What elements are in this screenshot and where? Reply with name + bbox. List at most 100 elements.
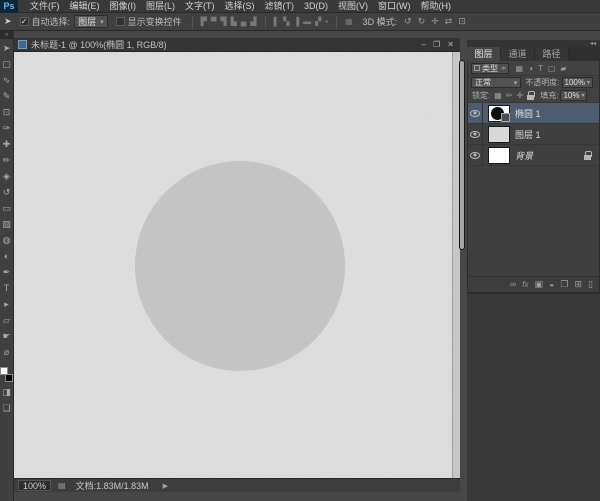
- page-proxy-icon[interactable]: ▤: [58, 481, 66, 490]
- distribute-bottom-icon[interactable]: ▐: [293, 17, 299, 26]
- blur-tool[interactable]: ◍: [3, 236, 11, 245]
- background-color-swatch[interactable]: [5, 374, 13, 382]
- toolbar-collapse-icon[interactable]: »: [0, 31, 14, 39]
- filter-shape-layers-icon[interactable]: ▢: [548, 64, 556, 73]
- menu-type[interactable]: 文字(T): [180, 0, 220, 13]
- distribute-left-icon[interactable]: ▬: [303, 17, 311, 26]
- align-top-icon[interactable]: ▙: [231, 17, 237, 26]
- status-flyout-arrow[interactable]: ▶: [163, 482, 168, 490]
- foreground-color-swatch[interactable]: [0, 367, 8, 375]
- menu-edit[interactable]: 编辑(E): [65, 0, 105, 13]
- shape-tool[interactable]: ▱: [3, 316, 10, 325]
- lock-transparency-icon[interactable]: ▦: [494, 91, 502, 100]
- healing-brush-tool[interactable]: ✚: [3, 140, 11, 149]
- menu-help[interactable]: 帮助(H): [416, 0, 457, 13]
- 3d-drag-icon[interactable]: ✛: [431, 16, 439, 27]
- marquee-tool[interactable]: ▢: [2, 60, 11, 69]
- opacity-field[interactable]: 100% ▾: [562, 77, 593, 88]
- layer-row-layer1[interactable]: 图层 1: [468, 124, 599, 145]
- layer-thumbnail[interactable]: [488, 105, 510, 122]
- lasso-tool[interactable]: ∿: [3, 76, 11, 85]
- lock-position-icon[interactable]: ✛: [517, 91, 524, 100]
- close-button[interactable]: ✕: [447, 40, 454, 49]
- path-select-tool[interactable]: ▸: [4, 300, 9, 309]
- menu-3d[interactable]: 3D(D): [299, 0, 333, 13]
- layer-name[interactable]: 图层 1: [515, 128, 599, 141]
- blend-mode-dropdown[interactable]: 正常 ▾: [471, 77, 521, 88]
- layer-style-icon[interactable]: fx: [522, 280, 528, 289]
- filter-kind-dropdown[interactable]: 类型 ≑: [471, 63, 509, 74]
- tab-channels[interactable]: 通道: [501, 47, 535, 61]
- vertical-scrollbar[interactable]: [452, 52, 460, 478]
- gradient-tool[interactable]: ▧: [2, 220, 11, 229]
- 3d-slide-icon[interactable]: ⇄: [445, 16, 453, 27]
- menu-view[interactable]: 视图(V): [333, 0, 373, 13]
- layer-row-background[interactable]: 背景: [468, 145, 599, 166]
- menu-select[interactable]: 选择(S): [220, 0, 260, 13]
- lock-image-icon[interactable]: ✏: [506, 91, 513, 100]
- tab-layers[interactable]: 图层: [467, 47, 501, 61]
- filter-type-layers-icon[interactable]: T: [538, 64, 543, 73]
- layer-name[interactable]: 椭圆 1: [515, 107, 599, 120]
- distribute-top-icon[interactable]: ▌: [274, 17, 280, 26]
- filter-smart-objects-icon[interactable]: ▰: [560, 64, 566, 73]
- collapse-panels-icon[interactable]: ◂◂: [590, 41, 596, 47]
- eye-icon[interactable]: [470, 152, 480, 159]
- align-right-icon[interactable]: ▜: [220, 17, 226, 26]
- crop-tool[interactable]: ⊡: [3, 108, 11, 117]
- visibility-cell[interactable]: [468, 145, 483, 166]
- show-transform-checkbox[interactable]: [116, 17, 125, 26]
- document-title-bar[interactable]: 未标题-1 @ 100%(椭圆 1, RGB/8) ‒ ❐ ✕: [14, 38, 460, 52]
- layer-thumbnail[interactable]: [488, 126, 510, 143]
- workspace-icon[interactable]: ▦: [345, 17, 353, 26]
- screen-mode-button[interactable]: ❏: [2, 404, 10, 413]
- zoom-tool[interactable]: ⌀: [4, 348, 9, 357]
- scrollbar-thumb[interactable]: [459, 60, 465, 250]
- tab-paths[interactable]: 路径: [535, 47, 569, 61]
- adjustment-layer-icon[interactable]: ◒: [549, 280, 554, 289]
- align-center-h-icon[interactable]: ▀: [211, 17, 217, 26]
- auto-select-checkbox[interactable]: ✓: [20, 17, 29, 26]
- new-layer-icon[interactable]: ⊞: [575, 280, 583, 289]
- history-brush-tool[interactable]: ↺: [3, 188, 11, 197]
- layer-row-ellipse[interactable]: 椭圆 1: [468, 103, 599, 124]
- move-tool[interactable]: ➤: [3, 44, 11, 53]
- minimize-button[interactable]: ‒: [422, 40, 426, 49]
- distribute-vcenter-icon[interactable]: ▚: [283, 17, 289, 26]
- eyedropper-tool[interactable]: ✑: [3, 124, 11, 133]
- menu-layer[interactable]: 图层(L): [141, 0, 180, 13]
- eye-icon[interactable]: [470, 131, 480, 138]
- eraser-tool[interactable]: ▭: [2, 204, 11, 213]
- distribute-right-icon[interactable]: ▪: [325, 17, 328, 26]
- menu-image[interactable]: 图像(I): [105, 0, 142, 13]
- eye-icon[interactable]: [470, 110, 480, 117]
- clone-stamp-tool[interactable]: ◈: [3, 172, 10, 181]
- new-group-icon[interactable]: ❒: [560, 280, 568, 289]
- menu-file[interactable]: 文件(F): [25, 0, 65, 13]
- zoom-level-field[interactable]: 100%: [18, 480, 51, 491]
- menu-window[interactable]: 窗口(W): [373, 0, 416, 13]
- move-tool-icon[interactable]: ➤: [4, 16, 12, 27]
- restore-button[interactable]: ❐: [433, 40, 440, 49]
- delete-layer-icon[interactable]: ▯: [588, 280, 593, 289]
- dodge-tool[interactable]: ◐: [4, 252, 9, 261]
- 3d-roll-icon[interactable]: ↻: [418, 16, 426, 27]
- quick-mask-button[interactable]: ◨: [2, 388, 11, 397]
- link-layers-icon[interactable]: ∞: [510, 280, 516, 289]
- align-center-v-icon[interactable]: ▄: [241, 17, 247, 26]
- auto-select-target-dropdown[interactable]: 图层 ▾: [74, 15, 108, 28]
- photoshop-logo[interactable]: Ps: [0, 0, 18, 13]
- canvas[interactable]: [14, 52, 452, 478]
- 3d-scale-icon[interactable]: ⊡: [458, 16, 466, 27]
- 3d-rotate-icon[interactable]: ↺: [404, 16, 412, 27]
- align-bottom-icon[interactable]: ▟: [250, 17, 256, 26]
- layer-thumbnail[interactable]: [488, 147, 510, 164]
- brush-tool[interactable]: ✏: [3, 156, 11, 165]
- menu-filter[interactable]: 滤镜(T): [260, 0, 300, 13]
- fill-field[interactable]: 10% ▾: [560, 90, 587, 101]
- filter-adjustment-layers-icon[interactable]: ◑: [528, 64, 533, 73]
- distribute-hcenter-icon[interactable]: ▞: [315, 17, 321, 26]
- hand-tool[interactable]: ☛: [2, 332, 10, 341]
- type-tool[interactable]: T: [4, 284, 10, 293]
- filter-pixel-layers-icon[interactable]: ▦: [516, 64, 524, 73]
